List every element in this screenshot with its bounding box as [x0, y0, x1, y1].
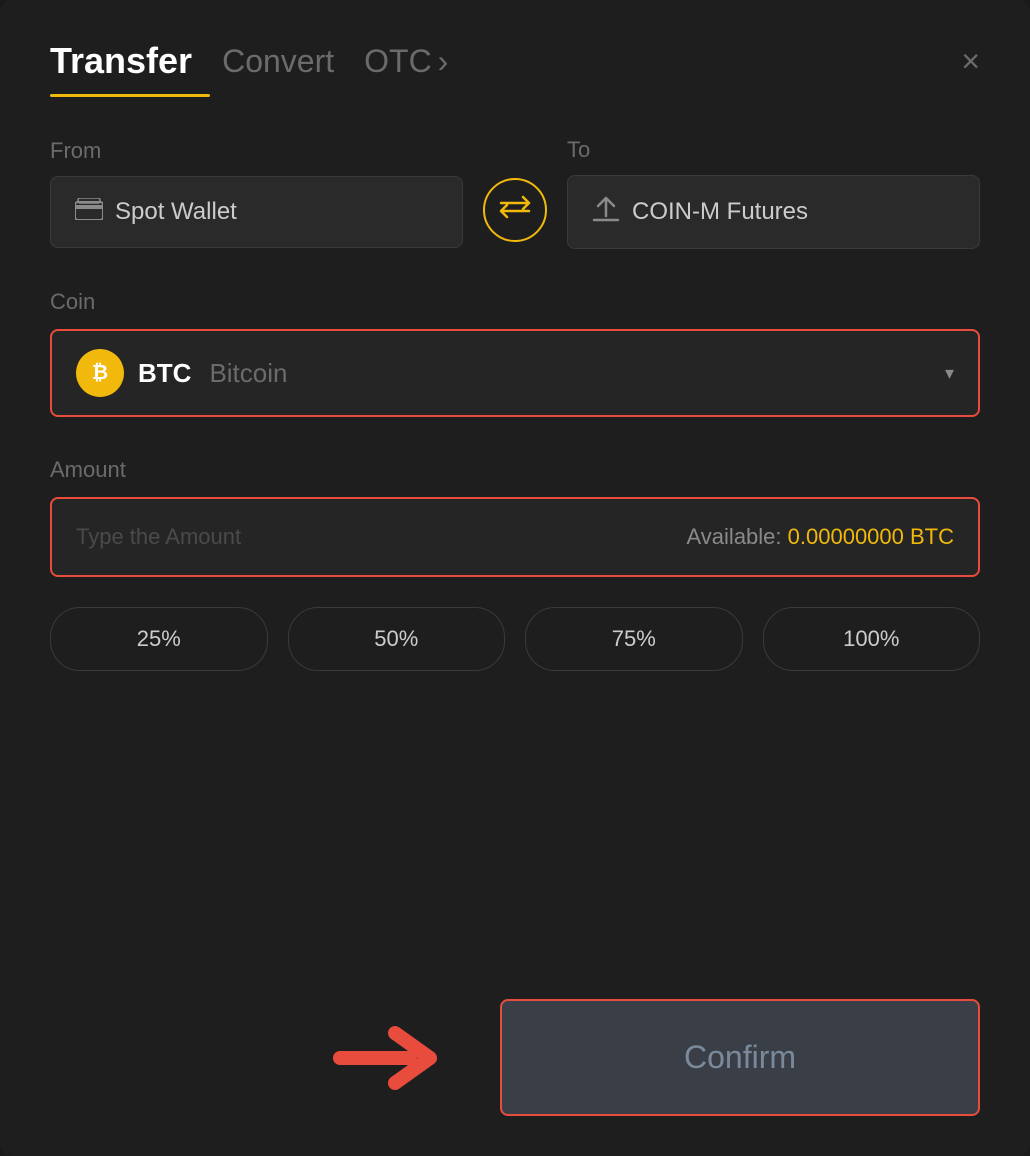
from-wallet-text: Spot Wallet	[115, 198, 237, 226]
from-wallet-selector[interactable]: Spot Wallet	[50, 176, 463, 248]
to-column: To COIN-M Futures	[567, 137, 980, 249]
tab-convert[interactable]: Convert	[222, 43, 334, 80]
transfer-modal: Transfer Convert OTC › × From Spot Walle…	[0, 0, 1030, 1156]
pct-75-button[interactable]: 75%	[525, 607, 743, 671]
to-wallet-text: COIN-M Futures	[632, 198, 808, 226]
tab-otc-label: OTC	[364, 43, 432, 80]
from-to-row: From Spot Wallet	[50, 137, 980, 249]
tab-otc[interactable]: OTC ›	[364, 43, 448, 80]
close-button[interactable]: ×	[961, 45, 980, 77]
tab-transfer[interactable]: Transfer	[50, 40, 192, 82]
amount-placeholder: Type the Amount	[76, 524, 241, 550]
confirm-button[interactable]: Confirm	[500, 999, 980, 1116]
amount-available: Available: 0.00000000 BTC	[687, 524, 954, 550]
arrow-icon	[330, 1013, 450, 1103]
coin-name: Bitcoin	[209, 358, 287, 389]
coin-chevron-icon: ▾	[945, 363, 954, 384]
from-label: From	[50, 138, 463, 164]
confirm-area: Confirm	[50, 999, 980, 1116]
to-wallet-selector[interactable]: COIN-M Futures	[567, 175, 980, 249]
pct-100-button[interactable]: 100%	[763, 607, 981, 671]
pct-50-button[interactable]: 50%	[288, 607, 506, 671]
amount-box[interactable]: Type the Amount Available: 0.00000000 BT…	[50, 497, 980, 577]
coin-label: Coin	[50, 289, 980, 315]
pct-25-button[interactable]: 25%	[50, 607, 268, 671]
to-wallet-icon	[592, 196, 620, 228]
amount-label: Amount	[50, 457, 980, 483]
swap-icon	[499, 195, 531, 226]
available-label: Available:	[687, 524, 782, 549]
coin-symbol: BTC	[138, 358, 191, 389]
modal-header: Transfer Convert OTC › ×	[50, 40, 980, 82]
from-wallet-icon	[75, 198, 103, 226]
tab-otc-chevron: ›	[438, 43, 449, 80]
arrow-annotation	[330, 1013, 450, 1103]
from-column: From Spot Wallet	[50, 138, 463, 248]
svg-text:₿: ₿	[92, 362, 108, 384]
percentage-row: 25% 50% 75% 100%	[50, 607, 980, 671]
tab-underline	[50, 94, 210, 97]
coin-selector[interactable]: ₿ BTC Bitcoin ▾	[50, 329, 980, 417]
available-value: 0.00000000 BTC	[788, 524, 954, 549]
to-label: To	[567, 137, 980, 163]
btc-icon: ₿	[76, 349, 124, 397]
swap-button[interactable]	[483, 178, 547, 242]
